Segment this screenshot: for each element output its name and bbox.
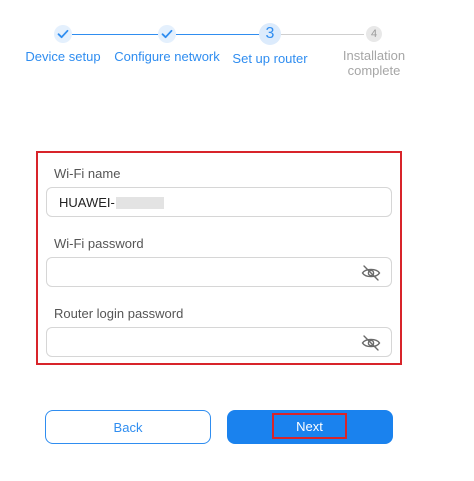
back-button[interactable]: Back [45, 410, 211, 444]
step-set-up-router: 3 Set up router [210, 22, 330, 66]
router-settings-form: Wi-Fi name HUAWEI- Wi-Fi password Router… [36, 151, 402, 365]
step-installation-complete: 4 Installation complete [314, 22, 434, 78]
step-3-circle: 3 [259, 23, 281, 45]
step-4-label: Installation complete [342, 48, 406, 78]
step-configure-network: Configure network [107, 22, 227, 64]
eye-off-icon[interactable] [361, 334, 381, 352]
next-button[interactable]: Next [227, 410, 393, 444]
step-4-number: 4 [370, 27, 378, 40]
router-password-label: Router login password [54, 306, 184, 321]
wifi-name-value: HUAWEI- [59, 195, 164, 210]
eye-off-icon[interactable] [361, 264, 381, 282]
step-2-circle [158, 25, 176, 43]
wifi-name-text: HUAWEI- [59, 195, 115, 210]
wifi-name-label: Wi-Fi name [54, 166, 121, 181]
back-button-label: Back [113, 419, 143, 435]
step-4-circle: 4 [366, 26, 382, 42]
step-1-label: Device setup [25, 49, 101, 64]
setup-stepper: Device setup Configure network 3 Set up … [0, 22, 474, 92]
step-2-label: Configure network [114, 49, 220, 64]
check-icon [57, 29, 69, 39]
wifi-password-label: Wi-Fi password [54, 236, 144, 251]
wifi-password-input[interactable] [46, 257, 392, 287]
check-icon [161, 29, 173, 39]
router-password-input[interactable] [46, 327, 392, 357]
wifi-name-input[interactable]: HUAWEI- [46, 187, 392, 217]
next-button-label: Next [296, 418, 323, 434]
step-3-label: Set up router [232, 51, 308, 66]
step-1-circle [54, 25, 72, 43]
step-3-number: 3 [265, 25, 275, 42]
router-setup-page: Device setup Configure network 3 Set up … [0, 0, 474, 481]
next-button-highlight: Next [272, 413, 347, 439]
step-device-setup: Device setup [3, 22, 123, 64]
redacted-area [115, 196, 164, 209]
